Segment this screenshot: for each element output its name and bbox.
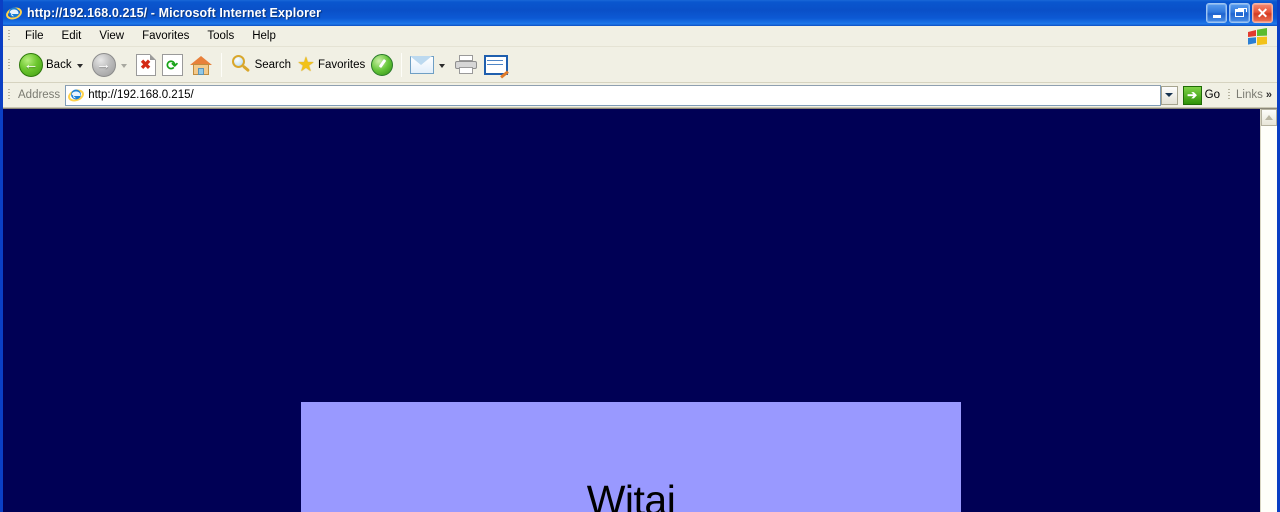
page-content-panel: Witaj (301, 402, 961, 512)
star-icon: ★ (297, 53, 315, 76)
menu-item-help[interactable]: Help (243, 28, 285, 44)
history-icon (371, 53, 394, 76)
print-button[interactable] (451, 50, 481, 80)
back-arrow-icon: ← (19, 52, 43, 77)
address-label: Address (18, 89, 61, 101)
window-title: http://192.168.0.215/ - Microsoft Intern… (27, 6, 322, 20)
favorites-label: Favorites (317, 58, 366, 71)
back-button[interactable]: ← Back (16, 50, 89, 80)
links-grip[interactable] (1226, 87, 1233, 103)
menu-item-favorites[interactable]: Favorites (133, 28, 198, 44)
forward-dropdown-icon (120, 63, 127, 68)
menu-grip[interactable] (5, 28, 13, 44)
menu-bar: File Edit View Favorites Tools Help (3, 26, 1277, 47)
stop-icon: ✖ (135, 53, 156, 76)
vertical-scrollbar[interactable] (1260, 109, 1277, 512)
search-button[interactable]: Search (227, 50, 294, 80)
page-heading: Witaj (586, 477, 676, 512)
go-arrow-icon: ➔ (1182, 85, 1202, 105)
windows-flag-icon (1245, 27, 1271, 46)
address-dropdown-button[interactable] (1160, 85, 1178, 105)
search-icon (230, 54, 252, 76)
search-label: Search (254, 58, 292, 71)
go-button[interactable]: ➔ Go (1179, 85, 1226, 105)
favorites-button[interactable]: ★ Favorites (294, 50, 368, 80)
refresh-glyph: ⟳ (166, 56, 178, 73)
refresh-icon: ⟳ (161, 53, 183, 76)
toolbar-separator-2 (401, 52, 403, 77)
address-bar: Address http://192.168.0.215/ ➔ Go Links… (3, 83, 1277, 108)
toolbar-separator (220, 52, 222, 77)
title-bar: http://192.168.0.215/ - Microsoft Intern… (3, 0, 1277, 26)
scroll-track[interactable] (1261, 126, 1277, 512)
close-button[interactable]: ✕ (1252, 3, 1273, 23)
print-icon (454, 54, 478, 75)
mail-dropdown-icon[interactable] (439, 63, 446, 68)
back-dropdown-icon[interactable] (76, 63, 83, 68)
ie-icon (6, 5, 22, 21)
toolbar: ← Back → ✖ ⟳ Search ★ Favorites (3, 47, 1277, 83)
minimize-button[interactable] (1206, 3, 1227, 23)
chevron-down-icon (1165, 93, 1174, 97)
home-icon (189, 54, 213, 76)
restore-button[interactable] (1229, 3, 1250, 23)
ie-icon (68, 87, 85, 103)
address-grip[interactable] (5, 87, 13, 103)
menu-item-edit[interactable]: Edit (53, 28, 91, 44)
address-input[interactable]: http://192.168.0.215/ (65, 84, 1161, 106)
close-icon: ✕ (1256, 5, 1269, 21)
forward-arrow-icon: → (91, 52, 116, 77)
go-label: Go (1204, 89, 1221, 101)
history-button[interactable] (368, 50, 396, 80)
window-controls: ✕ (1206, 3, 1275, 23)
mail-button[interactable] (407, 50, 451, 80)
menu-item-view[interactable]: View (90, 28, 133, 44)
toolbar-grip[interactable] (5, 57, 13, 73)
stop-button[interactable]: ✖ (133, 50, 159, 80)
menu-item-tools[interactable]: Tools (198, 28, 243, 44)
edit-page-icon (484, 54, 510, 79)
links-overflow-icon[interactable]: » (1266, 89, 1277, 101)
content-area: Witaj (3, 108, 1277, 512)
home-button[interactable] (186, 50, 216, 80)
refresh-button[interactable]: ⟳ (159, 50, 186, 80)
stop-glyph: ✖ (140, 56, 152, 72)
forward-button: → (89, 50, 133, 80)
links-label[interactable]: Links (1233, 89, 1266, 101)
menu-item-file[interactable]: File (16, 28, 53, 44)
scroll-up-button[interactable] (1261, 109, 1277, 126)
address-url-text: http://192.168.0.215/ (88, 89, 194, 101)
page-viewport: Witaj (3, 109, 1260, 512)
mail-icon (410, 55, 435, 74)
chevron-up-icon (1265, 115, 1273, 120)
edit-button[interactable] (481, 50, 511, 80)
browser-window: http://192.168.0.215/ - Microsoft Intern… (0, 0, 1280, 512)
back-label: Back (46, 58, 72, 71)
